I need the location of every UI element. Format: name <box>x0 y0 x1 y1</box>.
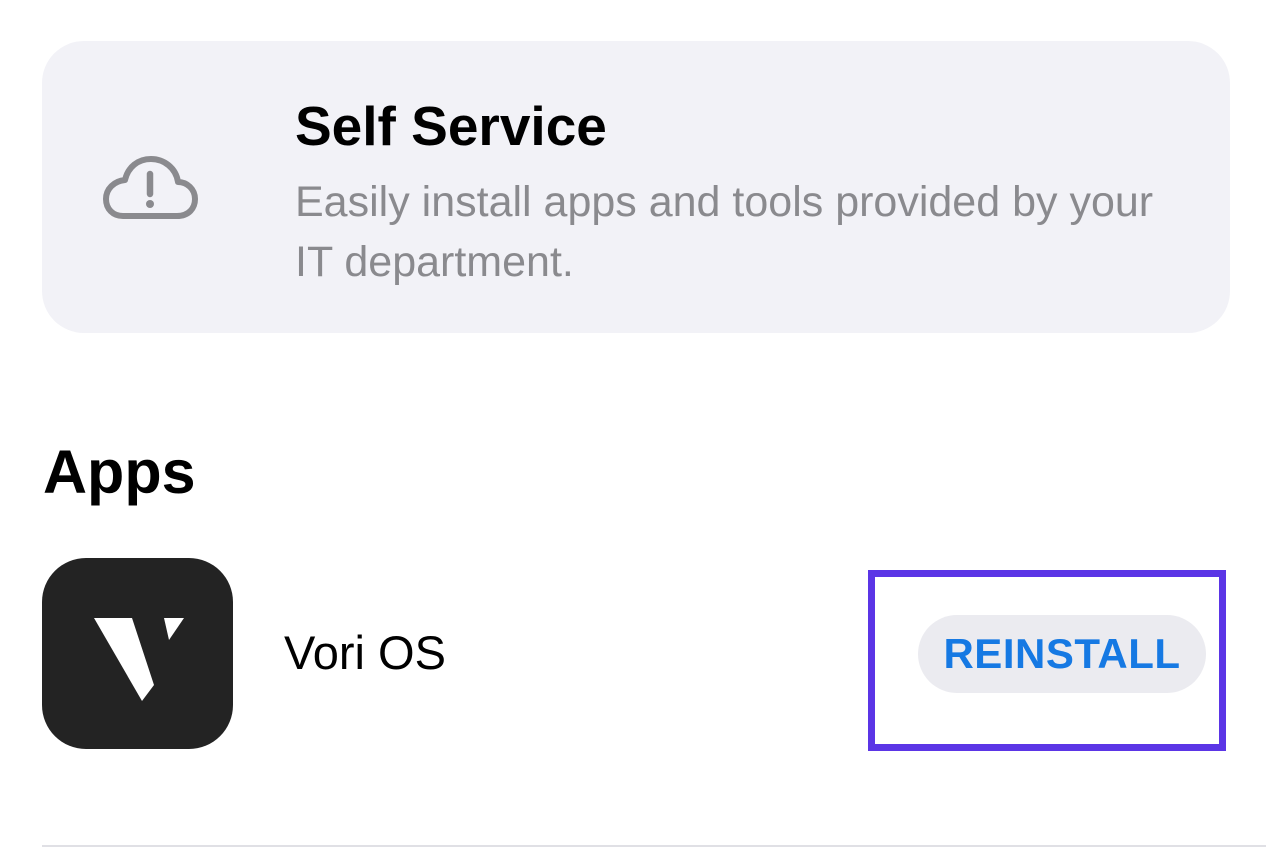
cloud-exclamation-icon <box>101 154 199 224</box>
banner-description: Easily install apps and tools provided b… <box>295 178 1154 286</box>
list-divider <box>42 845 1266 847</box>
apps-section-title: Apps <box>43 438 196 506</box>
app-list-item: Vori OS REINSTALL <box>0 555 1266 755</box>
reinstall-button[interactable]: REINSTALL <box>918 615 1206 693</box>
banner-title: Self Service <box>295 95 607 157</box>
app-name: Vori OS <box>284 626 446 679</box>
vori-app-icon <box>42 558 233 749</box>
